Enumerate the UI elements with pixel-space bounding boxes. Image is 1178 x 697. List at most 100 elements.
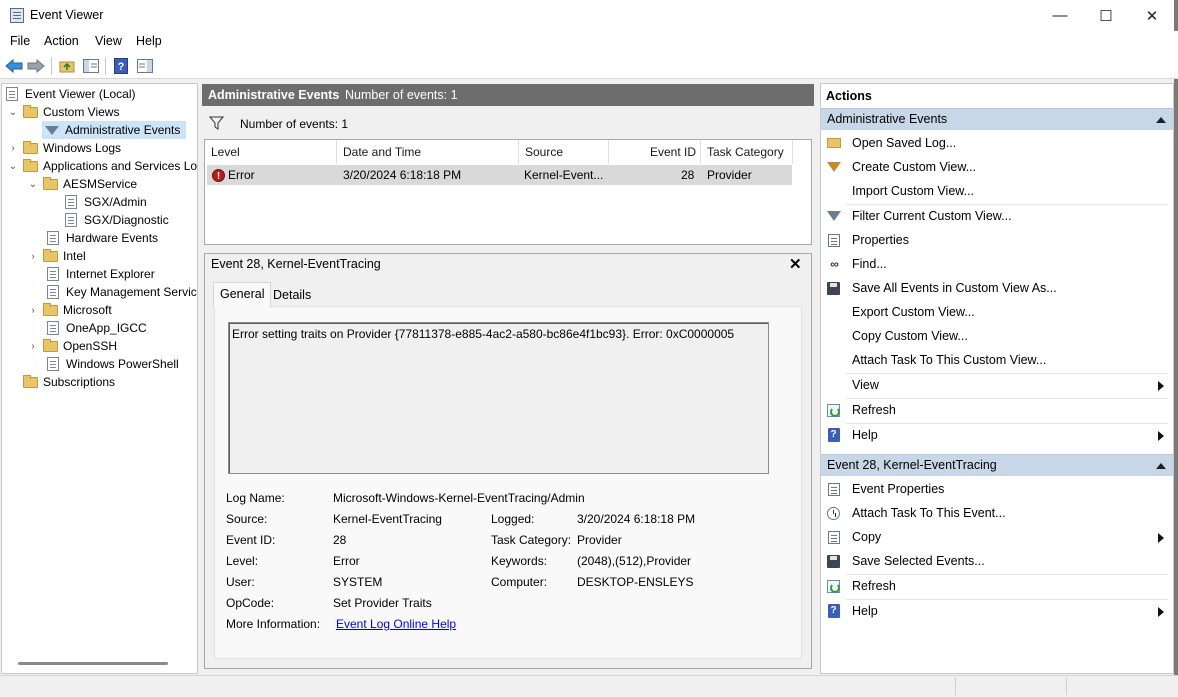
chevron-right-icon[interactable]: ›: [7, 143, 19, 154]
chevron-right-icon[interactable]: ›: [27, 251, 39, 262]
action-save-all-events[interactable]: Save All Events in Custom View As...: [822, 277, 1172, 299]
tree-node-openssh[interactable]: › OpenSSH: [27, 337, 117, 355]
column-header-level[interactable]: Level: [205, 140, 337, 164]
tree-node-oneapp-igcc[interactable]: OneApp_IGCC: [47, 319, 147, 337]
chevron-down-icon[interactable]: ⌄: [7, 161, 19, 172]
help-icon: ?: [826, 428, 841, 442]
collapse-caret-icon[interactable]: [1156, 117, 1166, 123]
event-count: Number of events: 1: [345, 88, 458, 102]
tree-label: Windows PowerShell: [66, 357, 179, 371]
tree-label: Custom Views: [43, 105, 120, 119]
action-attach-task-event[interactable]: Attach Task To This Event...: [822, 502, 1172, 524]
detail-close-icon[interactable]: ✕: [789, 255, 802, 273]
action-refresh-event[interactable]: Refresh: [822, 575, 1172, 597]
tree-node-administrative-events[interactable]: Administrative Events: [42, 121, 186, 139]
menu-help[interactable]: Help: [136, 34, 162, 48]
action-help[interactable]: ? Help: [822, 424, 1172, 446]
actions-section-event-28[interactable]: Event 28, Kernel-EventTracing: [821, 454, 1173, 476]
action-event-properties[interactable]: Event Properties: [822, 478, 1172, 500]
action-copy-custom-view[interactable]: Copy Custom View...: [822, 325, 1172, 347]
tree-label: Intel: [63, 249, 86, 263]
chevron-down-icon[interactable]: ⌄: [27, 179, 39, 190]
tree-node-key-management-service[interactable]: Key Management Service: [47, 283, 198, 301]
action-find[interactable]: ∞ Find...: [822, 253, 1172, 275]
action-label: Filter Current Custom View...: [852, 209, 1012, 223]
action-copy[interactable]: Copy: [822, 526, 1172, 548]
action-attach-task-custom-view[interactable]: Attach Task To This Custom View...: [822, 349, 1172, 371]
column-header-event-id[interactable]: Event ID: [609, 140, 701, 164]
action-export-custom-view[interactable]: Export Custom View...: [822, 301, 1172, 323]
tree-node-subscriptions[interactable]: Subscriptions: [23, 373, 115, 391]
help-icon: ?: [826, 604, 841, 618]
column-header-date-time[interactable]: Date and Time: [337, 140, 519, 164]
close-button[interactable]: ✕: [1129, 0, 1175, 31]
tree-label: OneApp_IGCC: [66, 321, 147, 335]
action-view[interactable]: View: [822, 374, 1172, 396]
menu-action[interactable]: Action: [44, 34, 79, 48]
help-icon[interactable]: ?: [112, 57, 130, 75]
tree-node-aesmservice[interactable]: ⌄ AESMService: [27, 175, 137, 193]
tree-label: Key Management Service: [66, 285, 198, 299]
action-label: Attach Task To This Event...: [852, 506, 1006, 520]
tree-node-custom-views[interactable]: ⌄ Custom Views: [7, 103, 119, 121]
action-label: Attach Task To This Custom View...: [852, 353, 1047, 367]
action-label: Copy: [852, 530, 882, 544]
folder-icon: [43, 248, 58, 262]
show-hide-tree-icon[interactable]: [82, 57, 100, 75]
collapse-caret-icon[interactable]: [1156, 463, 1166, 469]
back-arrow-icon[interactable]: [5, 57, 23, 75]
menu-view[interactable]: View: [95, 34, 122, 48]
maximize-button[interactable]: ☐: [1083, 0, 1129, 31]
show-hide-action-pane-icon[interactable]: [136, 57, 154, 75]
action-open-saved-log[interactable]: Open Saved Log...: [822, 132, 1172, 154]
chevron-right-icon[interactable]: ›: [27, 305, 39, 316]
action-save-selected-events[interactable]: Save Selected Events...: [822, 550, 1172, 572]
action-refresh[interactable]: Refresh: [822, 399, 1172, 421]
action-label: Export Custom View...: [852, 305, 975, 319]
column-header-task-category[interactable]: Task Category: [701, 140, 793, 164]
subscriptions-icon: [23, 374, 38, 388]
minimize-button[interactable]: —: [1037, 0, 1083, 31]
folder-icon: [23, 158, 38, 172]
tab-details[interactable]: Details: [267, 284, 317, 308]
filter-icon: [826, 209, 841, 223]
event-log-online-help-link[interactable]: Event Log Online Help: [336, 617, 456, 631]
tree-horizontal-scrollbar[interactable]: [18, 662, 168, 665]
tree-node-windows-logs[interactable]: › Windows Logs: [7, 139, 121, 157]
column-header-source[interactable]: Source: [519, 140, 609, 164]
actions-section-administrative-events[interactable]: Administrative Events: [821, 108, 1173, 130]
tree-label: Windows Logs: [43, 141, 122, 155]
menu-file[interactable]: File: [10, 34, 30, 48]
tree-node-windows-powershell[interactable]: Windows PowerShell: [47, 355, 179, 373]
action-properties[interactable]: Properties: [822, 229, 1172, 251]
action-help-event[interactable]: ? Help: [822, 600, 1172, 622]
tree-node-internet-explorer[interactable]: Internet Explorer: [47, 265, 155, 283]
forward-arrow-icon[interactable]: [27, 57, 45, 75]
action-create-custom-view[interactable]: Create Custom View...: [822, 156, 1172, 178]
tree-node-intel[interactable]: › Intel: [27, 247, 86, 265]
action-filter-current-custom-view[interactable]: Filter Current Custom View...: [822, 205, 1172, 227]
action-label: Open Saved Log...: [852, 136, 957, 150]
event-description[interactable]: Error setting traits on Provider {778113…: [228, 322, 769, 474]
status-bar: [0, 675, 1178, 697]
tree-label: AESMService: [63, 177, 138, 191]
tree-node-hardware-events[interactable]: Hardware Events: [47, 229, 158, 247]
value-opcode: Set Provider Traits: [333, 596, 432, 610]
tree-node-apps-services[interactable]: ⌄ Applications and Services Lo: [7, 157, 197, 175]
tree-node-root[interactable]: Event Viewer (Local): [6, 85, 136, 103]
tree-node-microsoft[interactable]: › Microsoft: [27, 301, 112, 319]
chevron-right-icon[interactable]: ›: [27, 341, 39, 352]
chevron-down-icon[interactable]: ⌄: [7, 107, 19, 118]
action-import-custom-view[interactable]: Import Custom View...: [822, 180, 1172, 202]
view-title: Administrative Events: [208, 88, 340, 102]
filter-event-count: Number of events: 1: [240, 117, 349, 131]
tree-node-sgx-admin[interactable]: SGX/Admin: [65, 193, 147, 211]
up-folder-icon[interactable]: [58, 57, 76, 75]
tab-general[interactable]: General: [213, 282, 272, 308]
event-viewer-app-icon: [10, 8, 24, 23]
tree-node-sgx-diagnostic[interactable]: SGX/Diagnostic: [65, 211, 169, 229]
value-keywords: (2048),(512),Provider: [577, 554, 692, 568]
section-label: Administrative Events: [827, 112, 948, 126]
table-row[interactable]: ! Error 3/20/2024 6:18:18 PM Kernel-Even…: [207, 165, 792, 185]
action-label: Help: [852, 604, 878, 618]
